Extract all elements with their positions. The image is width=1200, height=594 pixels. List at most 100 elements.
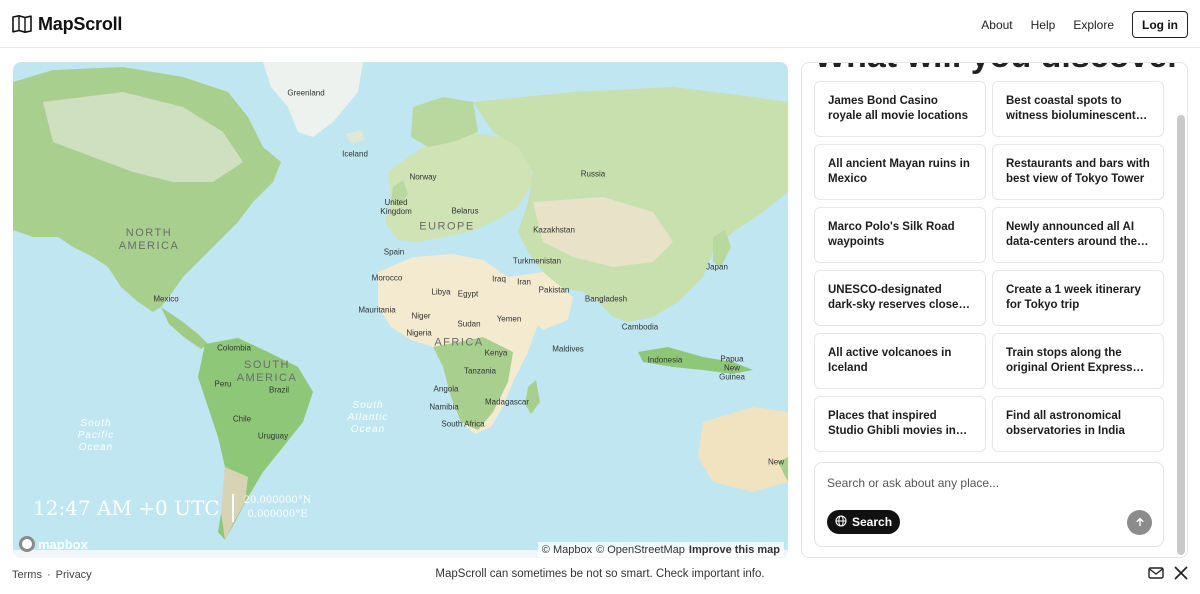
top-header: MapScroll About Help Explore Log in	[0, 0, 1200, 48]
suggestion-text: All active volcanoes in Iceland	[828, 347, 952, 374]
map-label-greenland: Greenland	[287, 88, 325, 98]
suggestion-card[interactable]: Create a 1 week itinerary for Tokyo trip	[992, 270, 1164, 326]
map-label-tanzania: Tanzania	[463, 366, 497, 376]
suggestion-card[interactable]: All ancient Mayan ruins in Mexico	[814, 144, 986, 200]
map-label-spain: Spain	[383, 247, 405, 257]
disclaimer: MapScroll can sometimes be not so smart.…	[435, 568, 765, 580]
map-label-yemen: Yemen	[496, 314, 522, 324]
globe-icon	[835, 514, 847, 530]
map-label-iceland: Iceland	[342, 149, 368, 159]
map-label-pakistan: Pakistan	[538, 285, 570, 295]
arrow-up-icon	[1135, 514, 1145, 532]
map-label-madagascar: Madagascar	[484, 397, 530, 407]
search-input[interactable]	[827, 474, 1147, 492]
suggestion-text: UNESCO-designated dark-sky reserves clos…	[828, 284, 973, 311]
search-button-label: Search	[852, 515, 893, 529]
map-label-cambodia: Cambodia	[621, 322, 659, 332]
brand[interactable]: MapScroll	[12, 12, 122, 36]
map-label-niger: Niger	[411, 311, 431, 321]
map-label-namibia: Namibia	[429, 402, 459, 412]
map-label-kazakhstan: Kazakhstan	[533, 225, 575, 235]
suggestion-text: Best coastal spots to witness biolumines…	[1006, 95, 1136, 122]
map-label-uk: United Kingdom	[380, 198, 412, 216]
longitude: 0.000000°E	[247, 509, 308, 520]
nav-explore[interactable]: Explore	[1073, 18, 1114, 32]
clock-time: 12:47 AM +0 UTC	[33, 496, 220, 520]
map-label-new: New	[767, 457, 785, 467]
suggestion-text: Create a 1 week itinerary for Tokyo trip	[1006, 284, 1141, 311]
suggestion-card[interactable]: All active volcanoes in Iceland	[814, 333, 986, 389]
suggestion-card[interactable]: Newly announced all AI data-centers arou…	[992, 207, 1164, 263]
nav-help[interactable]: Help	[1031, 18, 1056, 32]
suggestion-card[interactable]: Marco Polo's Silk Road waypoints	[814, 207, 986, 263]
latitude: 20.000000°N	[243, 495, 312, 506]
discover-panel: What will you discover? James Bond Casin…	[801, 62, 1188, 558]
map-label-iraq: Iraq	[492, 274, 506, 284]
map-label-iran: Iran	[517, 277, 531, 287]
map-label-brazil: Brazil	[268, 385, 290, 395]
suggestion-card[interactable]: Places that inspired Studio Ghibli movie…	[814, 396, 986, 452]
map-label-south-pacific: South Pacific Ocean	[77, 418, 115, 453]
mapbox-wordmark: mapbox	[38, 536, 88, 552]
map-label-nigeria: Nigeria	[406, 328, 432, 338]
attribution-mapbox[interactable]: © Mapbox	[542, 544, 592, 556]
coordinates: 20.000000°N 0.000000°E	[244, 494, 312, 522]
privacy-link[interactable]: Privacy	[56, 569, 92, 581]
x-icon[interactable]	[1174, 566, 1188, 585]
map-label-mexico: Mexico	[153, 294, 179, 304]
world-map[interactable]: Greenland Iceland Norway Russia United K…	[13, 62, 788, 558]
mail-icon[interactable]	[1148, 566, 1164, 585]
attribution-osm[interactable]: © OpenStreetMap	[596, 544, 685, 556]
divider	[231, 494, 234, 522]
top-nav: About Help Explore Log in	[981, 11, 1188, 38]
suggestion-text: Places that inspired Studio Ghibli movie…	[828, 410, 956, 437]
suggestion-text: Marco Polo's Silk Road waypoints	[828, 221, 955, 248]
map-label-belarus: Belarus	[451, 206, 479, 216]
improve-map-link[interactable]: Improve this map	[689, 544, 780, 556]
map-label-south-america: SOUTH AMERICA	[236, 359, 298, 384]
map-label-angola: Angola	[433, 384, 459, 394]
suggestion-text: James Bond Casino royale all movie locat…	[828, 95, 968, 122]
login-button[interactable]: Log in	[1132, 11, 1188, 38]
map-label-maldives: Maldives	[552, 344, 584, 354]
footer-separator: ·	[46, 569, 51, 581]
mapbox-icon	[19, 536, 35, 552]
suggestion-text: Newly announced all AI data-centers arou…	[1006, 221, 1137, 248]
suggestion-grid: James Bond Casino royale all movie locat…	[814, 81, 1164, 452]
send-button[interactable]	[1127, 510, 1152, 535]
suggestion-card[interactable]: UNESCO-designated dark-sky reserves clos…	[814, 270, 986, 326]
map-label-papua: Papua New Guinea	[719, 354, 745, 382]
suggestion-card[interactable]: Restaurants and bars with best view of T…	[992, 144, 1164, 200]
map-label-colombia: Colombia	[217, 343, 251, 353]
map-label-indonesia: Indonesia	[647, 355, 683, 365]
map-label-libya: Libya	[431, 287, 451, 297]
panel-scrollbar[interactable]	[1177, 115, 1185, 555]
suggestion-card[interactable]: Find all astronomical observatories in I…	[992, 396, 1164, 452]
map-attribution: © Mapbox © OpenStreetMap Improve this ma…	[537, 542, 784, 557]
map-label-chile: Chile	[232, 414, 252, 424]
map-landmass	[13, 62, 788, 558]
map-label-africa: AFRICA	[434, 336, 484, 349]
map-label-europe: EUROPE	[419, 220, 475, 233]
suggestion-card[interactable]: Train stops along the original Orient Ex…	[992, 333, 1164, 389]
map-label-kenya: Kenya	[484, 348, 508, 358]
greenland-shape	[263, 62, 363, 137]
suggestion-card[interactable]: James Bond Casino royale all movie locat…	[814, 81, 986, 137]
search-button[interactable]: Search	[827, 510, 901, 534]
terms-link[interactable]: Terms	[12, 569, 42, 581]
nav-about[interactable]: About	[981, 18, 1012, 32]
map-label-norway: Norway	[409, 172, 437, 182]
map-logo-icon	[12, 15, 32, 33]
map-label-bangladesh: Bangladesh	[584, 294, 628, 304]
map-label-japan: Japan	[706, 262, 728, 272]
map-label-egypt: Egypt	[457, 289, 479, 299]
map-label-north-america: NORTH AMERICA	[118, 227, 180, 252]
map-label-peru: Peru	[214, 379, 232, 389]
mapbox-logo[interactable]: mapbox	[19, 535, 88, 553]
footer-icons	[1148, 566, 1188, 585]
suggestion-text: Train stops along the original Orient Ex…	[1006, 347, 1133, 374]
map-label-south-atlantic: South Atlantic Ocean	[347, 400, 389, 435]
map-label-mauritania: Mauritania	[358, 305, 396, 315]
suggestion-text: All ancient Mayan ruins in Mexico	[828, 158, 970, 185]
suggestion-card[interactable]: Best coastal spots to witness biolumines…	[992, 81, 1164, 137]
